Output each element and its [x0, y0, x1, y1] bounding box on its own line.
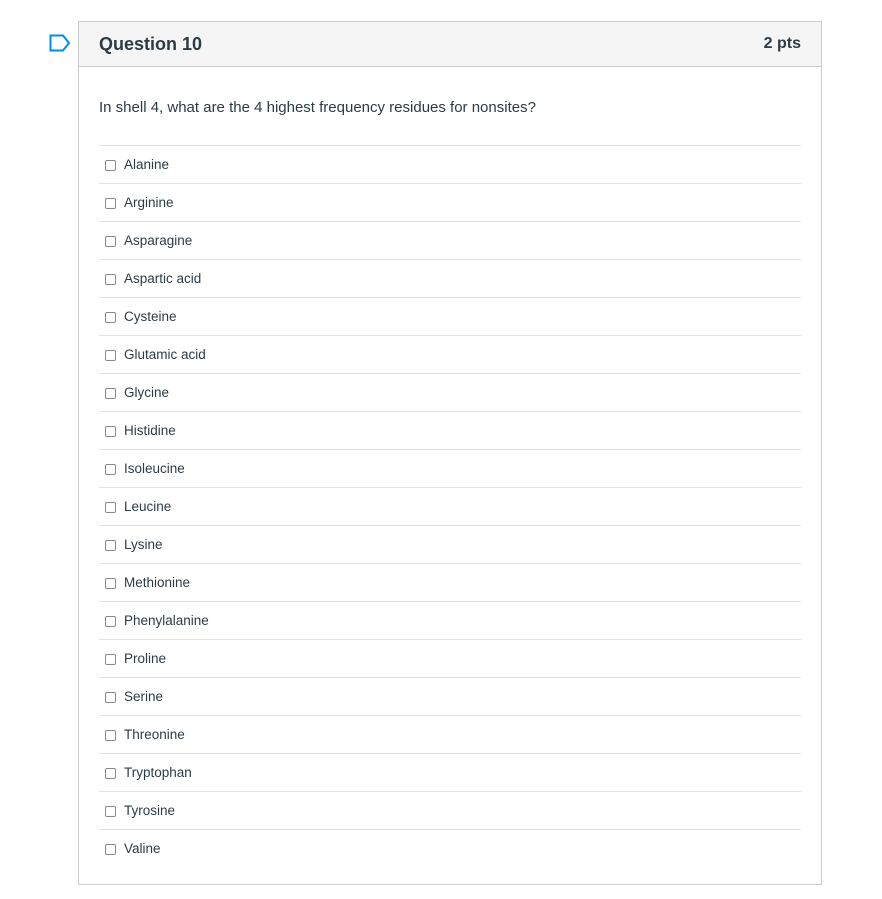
answer-label: Proline — [124, 651, 167, 666]
answer-checkbox[interactable] — [105, 198, 116, 209]
answer-label: Lysine — [124, 537, 163, 552]
answer-option[interactable]: Asparagine — [99, 222, 801, 260]
answer-checkbox[interactable] — [105, 236, 116, 247]
answer-option[interactable]: Threonine — [99, 716, 801, 754]
answer-label: Tyrosine — [124, 803, 176, 818]
answer-option[interactable]: Valine — [99, 830, 801, 867]
answer-checkbox[interactable] — [105, 844, 116, 855]
answer-label: Leucine — [124, 499, 172, 514]
answer-checkbox[interactable] — [105, 160, 116, 171]
question-card: Question 10 2 pts In shell 4, what are t… — [78, 21, 822, 885]
answer-option[interactable]: Methionine — [99, 564, 801, 602]
answer-checkbox[interactable] — [105, 426, 116, 437]
answer-checkbox[interactable] — [105, 502, 116, 513]
answer-option[interactable]: Cysteine — [99, 298, 801, 336]
answer-label: Asparagine — [124, 233, 193, 248]
answer-label: Histidine — [124, 423, 176, 438]
answer-checkbox[interactable] — [105, 312, 116, 323]
question-title: Question 10 — [99, 33, 203, 54]
answer-option[interactable]: Isoleucine — [99, 450, 801, 488]
answer-label: Arginine — [124, 195, 174, 210]
answer-option[interactable]: Phenylalanine — [99, 602, 801, 640]
answer-option[interactable]: Lysine — [99, 526, 801, 564]
question-points: 2 pts — [763, 35, 801, 52]
answer-option[interactable]: Aspartic acid — [99, 260, 801, 298]
question-header: Question 10 2 pts — [79, 22, 821, 67]
answer-list: Alanine Arginine Asparagine Aspartic acid Cy… — [99, 146, 801, 867]
answer-option[interactable]: Leucine — [99, 488, 801, 526]
answer-checkbox[interactable] — [105, 274, 116, 285]
answer-label: Serine — [124, 689, 164, 704]
answer-checkbox[interactable] — [105, 464, 116, 475]
answer-checkbox[interactable] — [105, 654, 116, 665]
answer-option[interactable]: Glutamic acid — [99, 336, 801, 374]
answer-label: Aspartic acid — [124, 271, 202, 286]
question-body: In shell 4, what are the 4 highest frequ… — [79, 67, 821, 867]
answer-label: Tryptophan — [124, 765, 192, 780]
answer-checkbox[interactable] — [105, 806, 116, 817]
answer-checkbox[interactable] — [105, 350, 116, 361]
answer-option[interactable]: Glycine — [99, 374, 801, 412]
answer-checkbox[interactable] — [105, 730, 116, 741]
answer-label: Methionine — [124, 575, 191, 590]
answer-option[interactable]: Histidine — [99, 412, 801, 450]
answer-label: Threonine — [124, 727, 185, 742]
answer-checkbox[interactable] — [105, 692, 116, 703]
answer-option[interactable]: Tyrosine — [99, 792, 801, 830]
answer-option[interactable]: Arginine — [99, 184, 801, 222]
answer-label: Isoleucine — [124, 461, 185, 476]
bookmark-flag-icon[interactable] — [49, 34, 71, 52]
answer-label: Cysteine — [124, 309, 177, 324]
answer-checkbox[interactable] — [105, 578, 116, 589]
answer-label: Phenylalanine — [124, 613, 209, 628]
answer-checkbox[interactable] — [105, 768, 116, 779]
answer-option[interactable]: Proline — [99, 640, 801, 678]
answer-label: Glutamic acid — [124, 347, 206, 362]
answer-option[interactable]: Serine — [99, 678, 801, 716]
answer-option[interactable]: Tryptophan — [99, 754, 801, 792]
answer-label: Glycine — [124, 385, 170, 400]
answer-checkbox[interactable] — [105, 540, 116, 551]
answer-checkbox[interactable] — [105, 388, 116, 399]
answer-label: Alanine — [124, 157, 170, 172]
question-text: In shell 4, what are the 4 highest frequ… — [99, 67, 801, 146]
answer-checkbox[interactable] — [105, 616, 116, 627]
answer-label: Valine — [124, 841, 161, 856]
answer-option[interactable]: Alanine — [99, 146, 801, 184]
